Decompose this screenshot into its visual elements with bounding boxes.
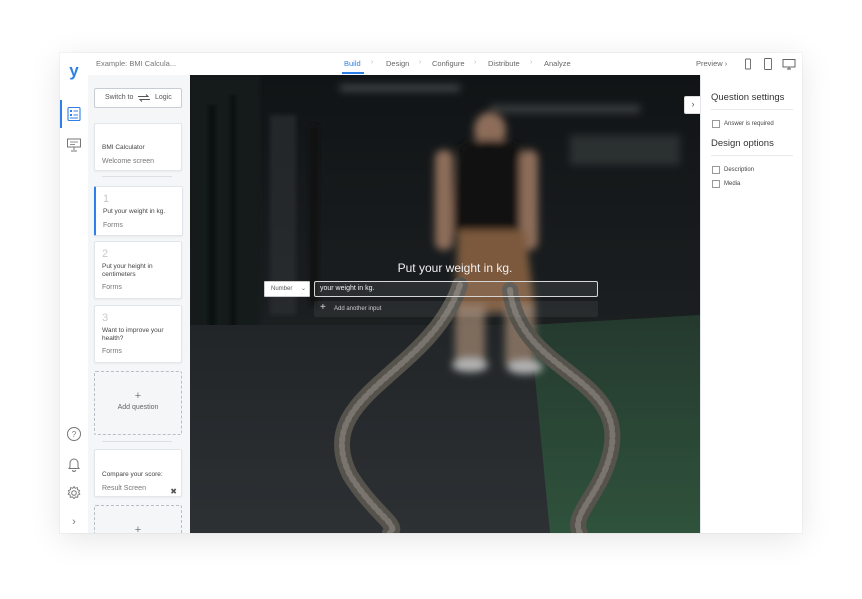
switch-arrows-icon xyxy=(138,94,150,102)
step-separator: › xyxy=(419,59,422,66)
preview-link[interactable]: Preview › xyxy=(696,59,727,68)
description-label: Description xyxy=(724,167,755,173)
section-divider xyxy=(711,155,793,156)
tab-configure[interactable]: Configure xyxy=(432,59,465,68)
answer-input-field[interactable]: your weight in kg. xyxy=(314,281,598,297)
result-screen-card[interactable]: Compare your score: Result Screen ✖ xyxy=(94,449,182,497)
result-type: Result Screen xyxy=(102,485,146,492)
question-list-panel: Switch to Logic BMI Calculator Welcome s… xyxy=(88,75,191,533)
plus-icon: + xyxy=(134,390,142,402)
result-title: Compare your score: xyxy=(102,471,163,478)
tab-distribute-label: Distribute xyxy=(488,59,520,68)
presentation-icon[interactable] xyxy=(66,137,82,153)
bell-icon[interactable] xyxy=(66,456,82,472)
form-builder-icon[interactable] xyxy=(66,106,82,122)
step-separator: › xyxy=(474,59,477,66)
add-another-input-button[interactable]: + Add another input xyxy=(314,301,598,317)
description-option[interactable]: Description xyxy=(712,166,754,174)
welcome-screen-card[interactable]: BMI Calculator Welcome screen xyxy=(94,123,182,171)
add-question-button[interactable]: + Add question xyxy=(94,371,182,435)
add-another-input-label: Add another input xyxy=(334,306,382,312)
media-option[interactable]: Media xyxy=(712,180,740,188)
tab-analyze-label: Analyze xyxy=(544,59,571,68)
top-bar: Example: BMI Calcula... Build › Design ›… xyxy=(88,53,802,76)
plus-icon: + xyxy=(134,524,142,533)
list-divider xyxy=(102,176,172,177)
question-title: Put your weight in kg. xyxy=(103,208,166,215)
help-icon[interactable]: ? xyxy=(66,426,82,442)
description-checkbox[interactable] xyxy=(712,166,720,174)
question-settings-heading: Question settings xyxy=(711,92,785,103)
question-title: Put your height in centimeters xyxy=(102,263,153,278)
question-type: Forms xyxy=(103,222,123,229)
phone-icon[interactable] xyxy=(741,57,755,71)
design-options-heading: Design options xyxy=(711,138,774,149)
add-result-button[interactable]: + xyxy=(94,505,182,533)
question-number: 1 xyxy=(103,193,110,205)
question-card-1[interactable]: 1 Put your weight in kg. Forms xyxy=(94,186,183,236)
tab-design[interactable]: Design xyxy=(386,59,409,68)
gear-icon[interactable] xyxy=(66,485,82,501)
collapse-settings-button[interactable]: › xyxy=(684,96,700,114)
step-separator: › xyxy=(371,59,374,66)
preview-canvas: Put your weight in kg. Number ⌄ your wei… xyxy=(190,75,700,533)
tab-design-label: Design xyxy=(386,59,410,68)
step-separator: › xyxy=(530,59,533,66)
answer-required-checkbox[interactable] xyxy=(712,120,720,128)
app-logo[interactable]: y xyxy=(67,62,81,80)
tab-configure-label: Configure xyxy=(432,59,465,68)
desktop-icon[interactable] xyxy=(782,57,796,71)
delete-result-icon[interactable]: ✖ xyxy=(170,487,177,496)
active-tab-underline xyxy=(342,72,364,74)
question-type: Forms xyxy=(102,284,122,291)
answer-input-placeholder: your weight in kg. xyxy=(320,285,375,292)
welcome-type: Welcome screen xyxy=(102,158,155,165)
question-title: Want to improve your health? xyxy=(102,327,164,342)
question-type: Forms xyxy=(102,348,122,355)
question-card-2[interactable]: 2 Put your height in centimeters Forms xyxy=(94,241,182,299)
tab-build-label: Build xyxy=(344,59,361,68)
rail-active-indicator xyxy=(60,100,62,128)
question-number: 3 xyxy=(102,312,109,324)
chevron-down-icon: ⌄ xyxy=(300,286,306,292)
question-title-preview: Put your weight in kg. xyxy=(397,261,513,275)
input-type-select[interactable]: Number ⌄ xyxy=(264,281,310,297)
settings-panel: Question settings Answer is required Des… xyxy=(700,75,802,533)
switch-to-logic-button[interactable]: Switch to Logic xyxy=(94,88,182,108)
list-divider xyxy=(102,441,172,442)
media-label: Media xyxy=(724,181,741,187)
welcome-title: BMI Calculator xyxy=(102,144,145,151)
breadcrumb[interactable]: Example: BMI Calcula... xyxy=(96,59,176,68)
app-window: y ? › Example: BMI Calcula... Build › De… xyxy=(60,53,802,533)
input-type-value: Number xyxy=(271,286,293,292)
question-card-3[interactable]: 3 Want to improve your health? Forms xyxy=(94,305,182,363)
tab-analyze[interactable]: Analyze xyxy=(544,59,571,68)
section-divider xyxy=(711,109,793,110)
question-number: 2 xyxy=(102,248,109,260)
tablet-icon[interactable] xyxy=(761,57,775,71)
chevron-right-icon[interactable]: › xyxy=(66,515,82,531)
answer-required-option[interactable]: Answer is required xyxy=(712,120,774,128)
help-glyph: ? xyxy=(72,430,77,439)
switch-target-label: Logic xyxy=(155,94,172,101)
add-question-label: Add question xyxy=(117,404,159,411)
tab-distribute[interactable]: Distribute xyxy=(488,59,520,68)
switch-label: Switch to xyxy=(105,94,134,101)
tab-build[interactable]: Build xyxy=(342,59,364,74)
plus-icon: + xyxy=(320,302,326,313)
answer-required-label: Answer is required xyxy=(724,121,774,127)
icon-rail: y ? › xyxy=(60,53,89,533)
media-checkbox[interactable] xyxy=(712,180,720,188)
